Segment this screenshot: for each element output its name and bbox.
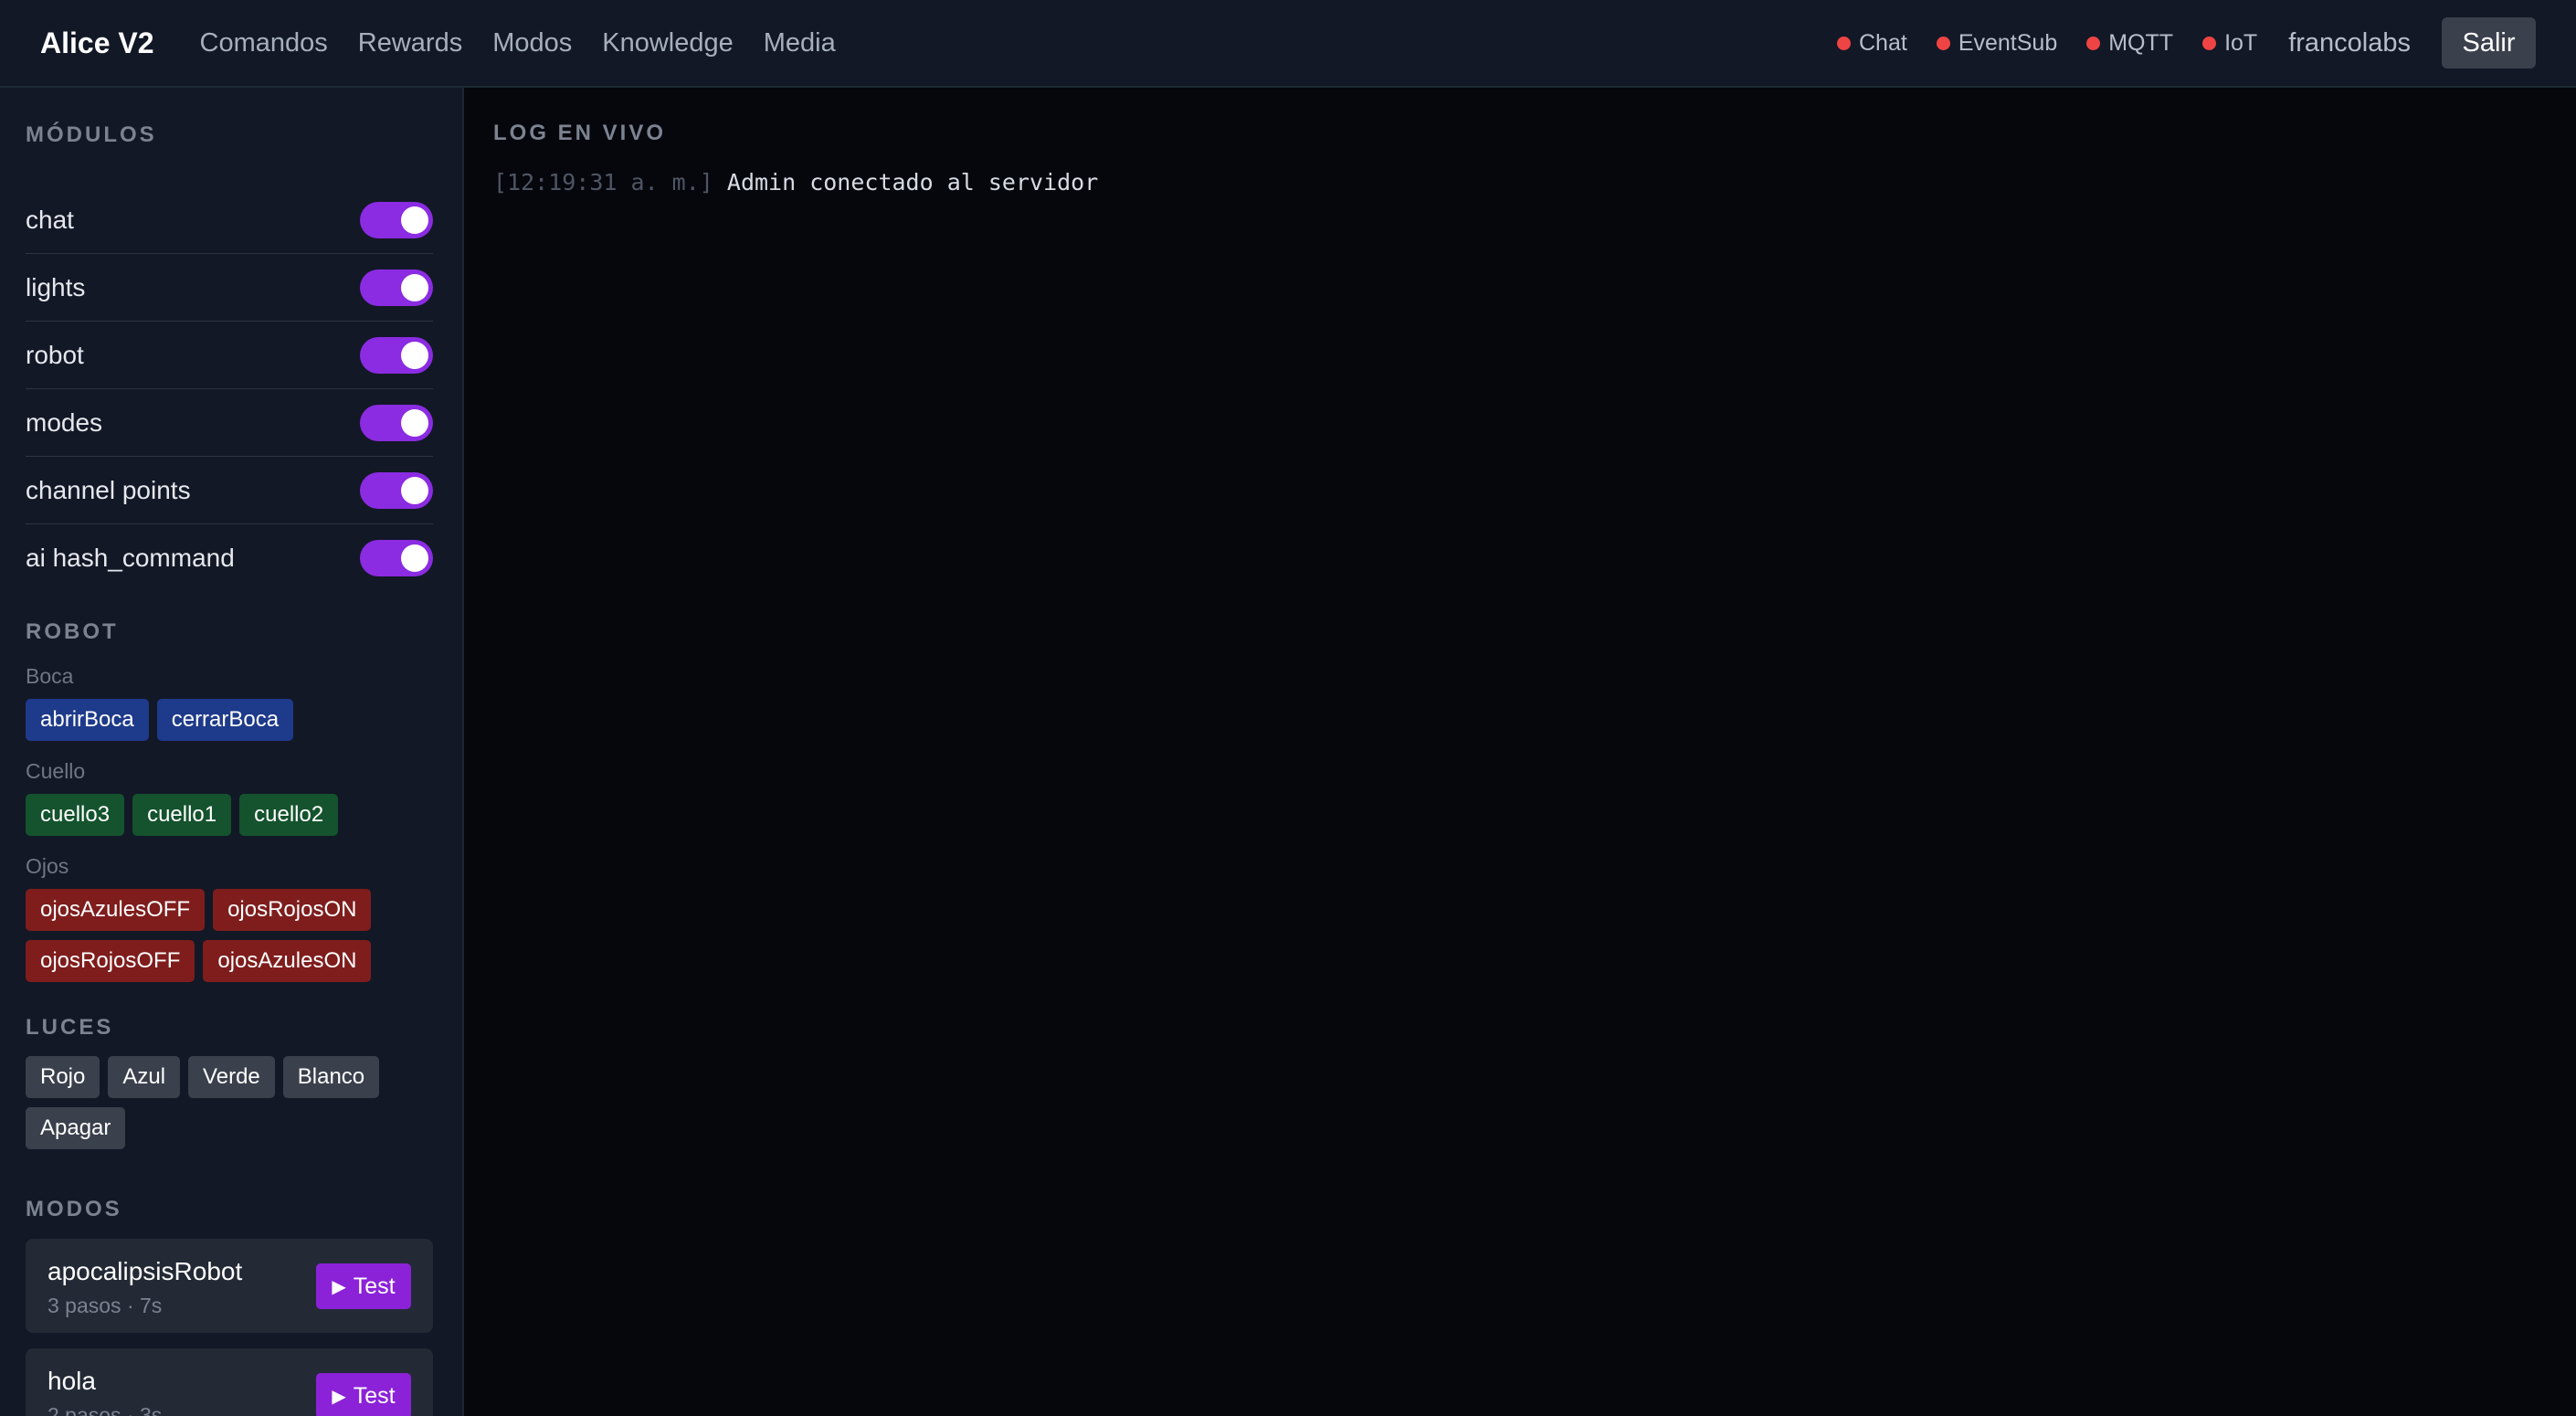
module-toggle-chat[interactable] — [360, 201, 433, 238]
module-label: channel points — [26, 475, 191, 504]
nav-link-knowledge[interactable]: Knowledge — [602, 28, 734, 58]
mode-card-hola: hola 2 pasos · 3s ▶ Test — [26, 1348, 433, 1416]
status-mqtt: MQTT — [2086, 30, 2173, 57]
robot-button-ojosrojoson[interactable]: ojosRojosON — [213, 889, 372, 931]
status-label: Chat — [1859, 29, 1907, 56]
log-entry: [12:19:31 a. m.] Admin conectado al serv… — [493, 169, 1098, 195]
module-row-robot: robot — [26, 322, 433, 389]
logout-button[interactable]: Salir — [2442, 17, 2536, 69]
lights-title: LUCES — [26, 1015, 114, 1040]
mode-test-button[interactable]: ▶ Test — [316, 1373, 411, 1416]
light-button-apagar[interactable]: Apagar — [26, 1107, 126, 1149]
robot-group-cuello: cuello3 cuello1 cuello2 — [26, 794, 433, 836]
status-dot-icon — [1837, 36, 1851, 50]
robot-button-cuello3[interactable]: cuello3 — [26, 794, 125, 836]
module-toggle-modes[interactable] — [360, 404, 433, 441]
modules-title: MÓDULOS — [26, 122, 157, 147]
module-row-ai-hash-command: ai hash_command — [26, 524, 433, 592]
light-button-verde[interactable]: Verde — [188, 1056, 275, 1098]
lights-buttons: Rojo Azul Verde Blanco Apagar — [26, 1056, 433, 1149]
module-toggle-lights[interactable] — [360, 269, 433, 306]
status-label: MQTT — [2108, 29, 2174, 56]
status-label: EventSub — [1958, 29, 2058, 56]
module-toggle-ai-hash-command[interactable] — [360, 540, 433, 576]
log-title: LOG EN VIVO — [493, 121, 667, 145]
status-label: IoT — [2224, 29, 2258, 56]
robot-button-cuello1[interactable]: cuello1 — [132, 794, 232, 836]
robot-group-ojos-label: Ojos — [26, 854, 69, 878]
module-label: lights — [26, 272, 86, 301]
play-icon: ▶ — [332, 1386, 346, 1407]
robot-button-ojosazulesoff[interactable]: ojosAzulesOFF — [26, 889, 206, 931]
light-button-rojo[interactable]: Rojo — [26, 1056, 100, 1098]
robot-group-cuello-label: Cuello — [26, 759, 86, 783]
connection-statuses: Chat EventSub MQTT IoT — [1837, 30, 2257, 57]
module-row-channel-points: channel points — [26, 457, 433, 524]
robot-button-ojosazuleson[interactable]: ojosAzulesON — [203, 940, 372, 982]
modes-title: MODOS — [26, 1197, 122, 1221]
module-row-lights: lights — [26, 254, 433, 322]
module-label: robot — [26, 340, 84, 369]
nav-link-modos[interactable]: Modos — [492, 28, 572, 58]
top-bar: Alice V2 Comandos Rewards Modos Knowledg… — [0, 0, 2576, 88]
module-row-modes: modes — [26, 389, 433, 457]
modules-list: chat lights robot modes channel points a… — [26, 186, 433, 592]
robot-group-boca: abrirBoca cerrarBoca — [26, 699, 433, 741]
status-iot: IoT — [2202, 30, 2257, 57]
robot-group-boca-label: Boca — [26, 664, 74, 688]
robot-button-ojosrojosoff[interactable]: ojosRojosOFF — [26, 940, 195, 982]
mode-card-apocalipsisrobot: apocalipsisRobot 3 pasos · 7s ▶ Test — [26, 1239, 433, 1333]
module-label: ai hash_command — [26, 544, 235, 572]
play-icon: ▶ — [332, 1276, 346, 1297]
brand-title: Alice V2 — [40, 26, 154, 59]
sidebar: MÓDULOS chat lights robot modes channel … — [0, 88, 464, 1416]
light-button-azul[interactable]: Azul — [108, 1056, 181, 1098]
log-entry-message: Admin conectado al servidor — [726, 169, 1099, 195]
log-panel: LOG EN VIVO [12:19:31 a. m.] Admin conec… — [466, 88, 2576, 1416]
robot-button-cerrarboca[interactable]: cerrarBoca — [156, 699, 294, 741]
status-dot-icon — [2202, 36, 2217, 50]
module-row-chat: chat — [26, 186, 433, 254]
robot-title: ROBOT — [26, 619, 119, 644]
light-button-blanco[interactable]: Blanco — [282, 1056, 380, 1098]
module-toggle-robot[interactable] — [360, 336, 433, 374]
log-entry-time: [12:19:31 a. m.] — [493, 169, 713, 195]
main-nav: Comandos Rewards Modos Knowledge Media — [200, 28, 866, 58]
status-eventsub: EventSub — [1936, 29, 2058, 57]
module-label: chat — [26, 205, 74, 234]
status-dot-icon — [2086, 36, 2101, 50]
test-label: Test — [353, 1382, 396, 1409]
nav-link-comandos[interactable]: Comandos — [200, 28, 328, 58]
mode-test-button[interactable]: ▶ Test — [316, 1263, 411, 1309]
status-dot-icon — [1936, 36, 1950, 50]
status-chat: Chat — [1837, 30, 1907, 57]
robot-group-ojos: ojosAzulesOFF ojosRojosON ojosRojosOFF o… — [26, 889, 433, 982]
module-label: modes — [26, 407, 103, 437]
username: francolabs — [2288, 27, 2411, 58]
nav-link-rewards[interactable]: Rewards — [358, 28, 462, 58]
test-label: Test — [353, 1273, 396, 1299]
module-toggle-channel-points[interactable] — [360, 471, 433, 509]
robot-button-abrirboca[interactable]: abrirBoca — [26, 699, 149, 741]
robot-button-cuello2[interactable]: cuello2 — [239, 794, 339, 836]
nav-link-media[interactable]: Media — [764, 28, 836, 58]
